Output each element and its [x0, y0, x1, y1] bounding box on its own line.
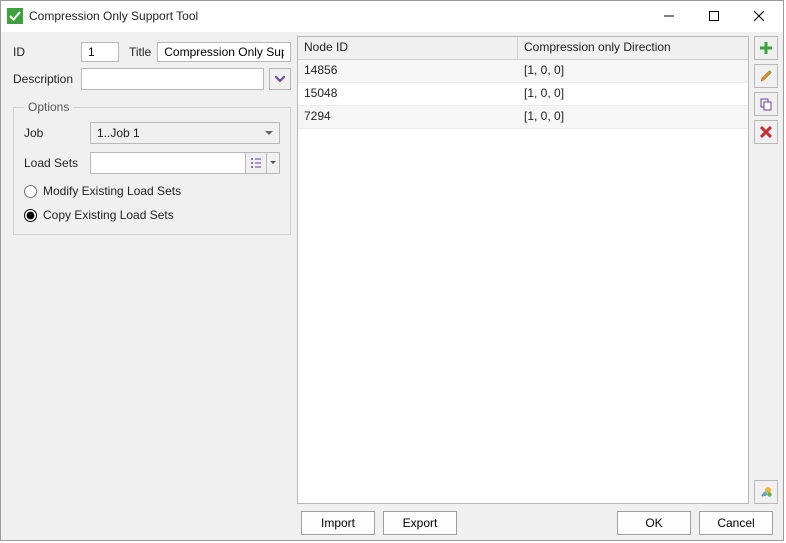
- chevron-down-icon: [275, 76, 285, 82]
- window-title: Compression Only Support Tool: [29, 9, 198, 23]
- options-group: Options Job 1..Job 1 Load Sets: [13, 100, 291, 235]
- th-direction[interactable]: Compression only Direction: [518, 37, 748, 59]
- table-body: 14856 [1, 0, 0] 15048 [1, 0, 0] 7294 [1,…: [298, 60, 748, 503]
- maximize-icon: [709, 11, 719, 21]
- list-icon: [250, 157, 262, 169]
- cell-direction: [1, 0, 0]: [518, 60, 748, 82]
- minimize-icon: [664, 11, 674, 21]
- loadsets-list-button[interactable]: [245, 152, 267, 174]
- table-row[interactable]: 15048 [1, 0, 0]: [298, 83, 748, 106]
- description-dropdown-button[interactable]: [269, 68, 291, 90]
- import-button[interactable]: Import: [301, 511, 375, 535]
- id-field[interactable]: [81, 42, 119, 62]
- radio-modify-input[interactable]: [24, 185, 37, 198]
- id-input[interactable]: [86, 44, 114, 60]
- radio-copy-input[interactable]: [24, 209, 37, 222]
- cancel-button[interactable]: Cancel: [699, 511, 773, 535]
- minimize-button[interactable]: [646, 2, 691, 30]
- x-icon: [760, 126, 772, 138]
- dialog-window: Compression Only Support Tool ID Title: [0, 0, 784, 541]
- app-icon: [7, 8, 23, 24]
- cell-direction: [1, 0, 0]: [518, 106, 748, 128]
- radio-copy-label: Copy Existing Load Sets: [43, 208, 174, 222]
- id-label: ID: [13, 45, 75, 59]
- job-combo[interactable]: 1..Job 1: [90, 122, 280, 144]
- footer: Import Export OK Cancel: [1, 506, 783, 540]
- description-row: Description: [13, 68, 291, 90]
- id-title-row: ID Title: [13, 42, 291, 62]
- right-panel: Node ID Compression only Direction 14856…: [297, 36, 779, 504]
- titlebar: Compression Only Support Tool: [1, 1, 783, 32]
- maximize-button[interactable]: [691, 2, 736, 30]
- radio-copy[interactable]: Copy Existing Load Sets: [24, 208, 280, 222]
- table-row[interactable]: 14856 [1, 0, 0]: [298, 60, 748, 83]
- cell-node-id: 15048: [298, 83, 518, 105]
- title-label: Title: [129, 45, 151, 59]
- th-node-id[interactable]: Node ID: [298, 37, 518, 59]
- title-field[interactable]: [157, 42, 291, 62]
- description-label: Description: [13, 72, 75, 86]
- add-button[interactable]: [754, 36, 778, 60]
- chevron-down-icon: [270, 161, 276, 165]
- radio-modify-label: Modify Existing Load Sets: [43, 184, 181, 198]
- cell-direction: [1, 0, 0]: [518, 83, 748, 105]
- loadsets-dropdown-button[interactable]: [266, 152, 280, 174]
- edit-button[interactable]: [754, 64, 778, 88]
- plus-icon: [759, 41, 773, 55]
- loadsets-label: Load Sets: [24, 156, 84, 170]
- job-row: Job 1..Job 1: [24, 122, 280, 144]
- job-label: Job: [24, 126, 84, 140]
- loadsets-row: Load Sets: [24, 152, 280, 174]
- side-toolbar: [753, 36, 779, 504]
- delete-button[interactable]: [754, 120, 778, 144]
- loadsets-field[interactable]: [90, 152, 246, 174]
- pencil-icon: [759, 69, 773, 83]
- ok-button[interactable]: OK: [617, 511, 691, 535]
- radio-modify[interactable]: Modify Existing Load Sets: [24, 184, 280, 198]
- close-icon: [754, 11, 764, 21]
- copy-icon: [759, 97, 773, 111]
- cell-node-id: 14856: [298, 60, 518, 82]
- cell-node-id: 7294: [298, 106, 518, 128]
- table-row[interactable]: 7294 [1, 0, 0]: [298, 106, 748, 129]
- content-area: ID Title Description Options: [1, 32, 783, 506]
- job-value: 1..Job 1: [97, 126, 140, 140]
- form-panel: ID Title Description Options: [5, 36, 295, 504]
- copy-button[interactable]: [754, 92, 778, 116]
- table-header: Node ID Compression only Direction: [298, 37, 748, 60]
- export-button[interactable]: Export: [383, 511, 457, 535]
- options-legend: Options: [24, 100, 73, 114]
- description-field[interactable]: [81, 68, 264, 90]
- close-button[interactable]: [736, 2, 781, 30]
- tool-icon: [759, 485, 773, 499]
- node-table: Node ID Compression only Direction 14856…: [297, 36, 749, 504]
- title-input[interactable]: [162, 44, 286, 60]
- description-input[interactable]: [86, 71, 259, 87]
- tool-button[interactable]: [754, 480, 778, 504]
